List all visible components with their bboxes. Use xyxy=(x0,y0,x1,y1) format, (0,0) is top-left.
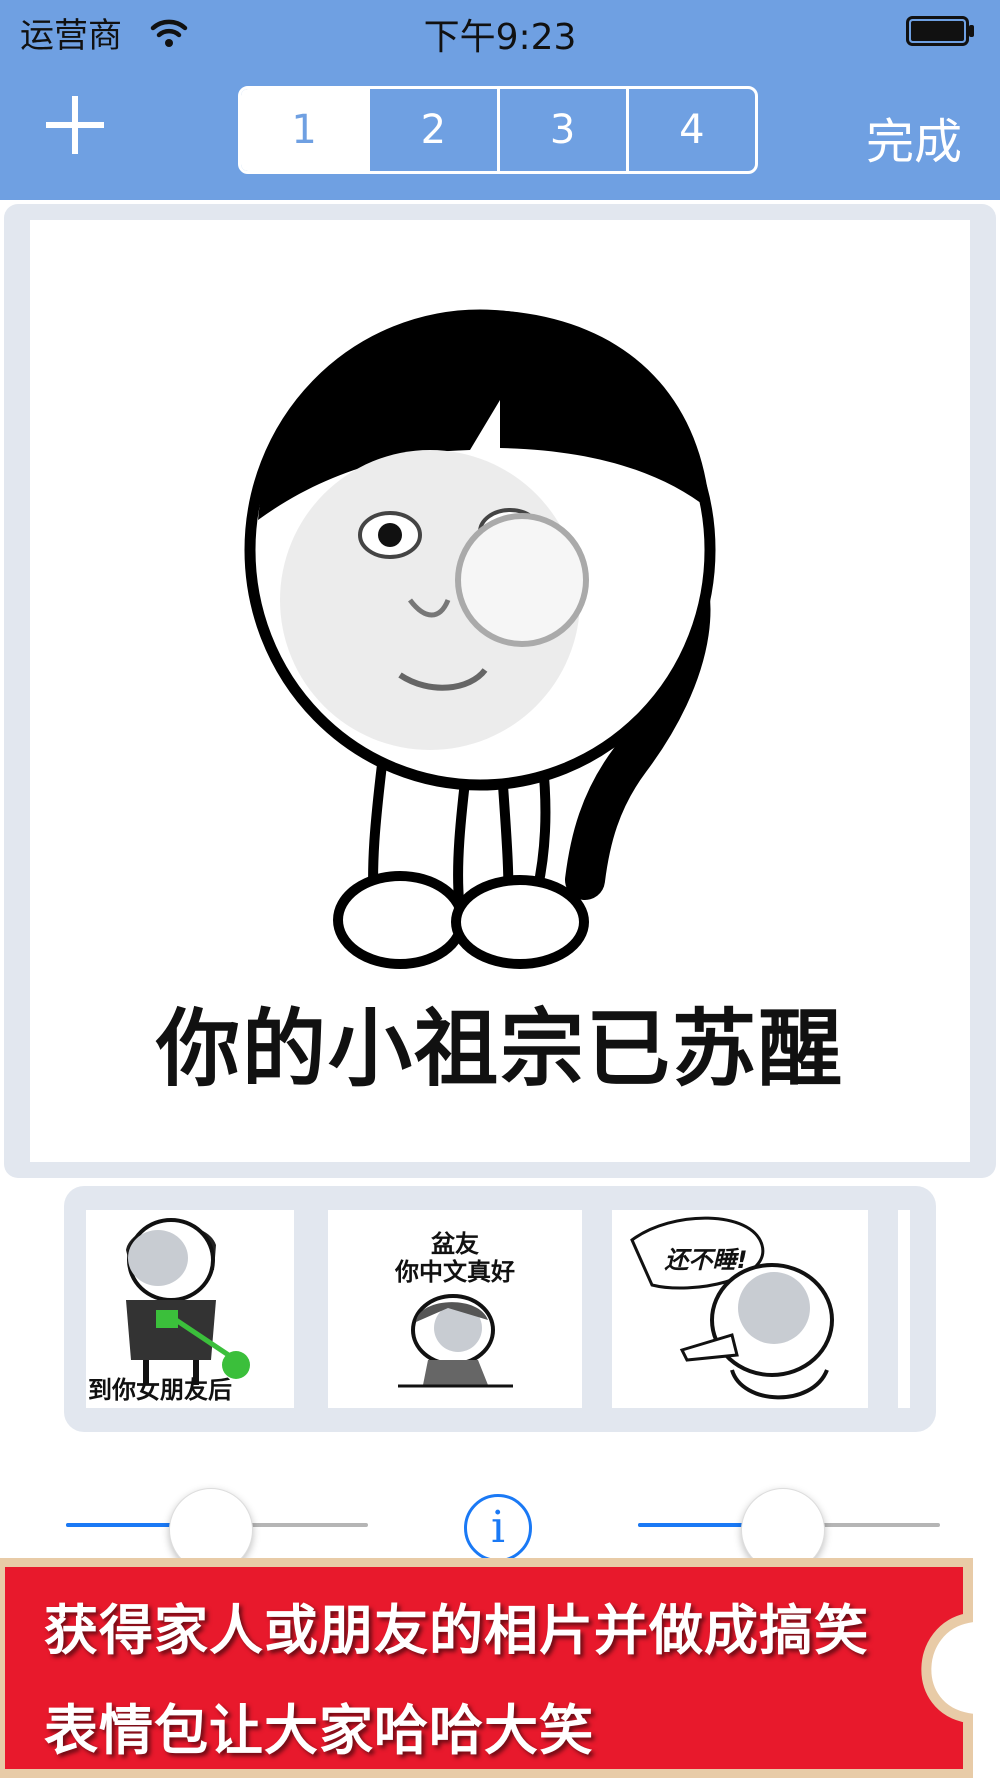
segment-1[interactable]: 1 xyxy=(241,89,368,171)
thumbnail-strip[interactable]: 到你女朋友后 盆友 你中文真好 还不睡! xyxy=(64,1186,936,1432)
slider-right[interactable] xyxy=(638,1488,940,1572)
battery-icon xyxy=(906,16,974,46)
meme-caption: 你的小祖宗已苏醒 xyxy=(155,1000,844,1098)
segment-2[interactable]: 2 xyxy=(367,89,496,171)
meme-character-illustration xyxy=(244,309,716,969)
segment-3[interactable]: 3 xyxy=(496,89,626,171)
thumbnail-1[interactable]: 到你女朋友后 xyxy=(86,1210,294,1408)
promo-banner: 获得家人或朋友的相片并做成搞笑 表情包让大家哈哈大笑 xyxy=(0,1558,1000,1778)
thumbnail-4[interactable] xyxy=(898,1210,910,1408)
meme-preview-image[interactable]: 你的小祖宗已苏醒 xyxy=(30,220,970,1162)
status-time: 下午9:23 xyxy=(423,17,577,58)
main-preview-panel: 你的小祖宗已苏醒 xyxy=(4,204,996,1178)
thumbnail-1-caption: 到你女朋友后 xyxy=(88,1376,232,1404)
slider-left[interactable] xyxy=(66,1488,368,1572)
thumbnail-3-caption: 还不睡! xyxy=(664,1246,748,1274)
add-button[interactable] xyxy=(42,92,108,158)
segmented-control: 1 2 3 4 xyxy=(238,86,758,174)
done-button[interactable]: 完成 xyxy=(866,102,962,172)
banner-line-2: 表情包让大家哈哈大笑 xyxy=(44,1699,594,1762)
meme-thumbnail-illustration xyxy=(398,1294,513,1388)
info-icon[interactable]: i xyxy=(464,1494,532,1562)
segment-4[interactable]: 4 xyxy=(625,89,755,171)
meme-thumbnail-illustration xyxy=(630,1216,834,1400)
navigation-bar: 1 2 3 4 完成 xyxy=(0,64,1000,200)
thumbnail-2[interactable]: 盆友 你中文真好 xyxy=(328,1210,582,1408)
thumbnail-3[interactable]: 还不睡! xyxy=(612,1210,868,1408)
banner-line-1: 获得家人或朋友的相片并做成搞笑 xyxy=(44,1599,869,1662)
status-bar: 运营商 下午9:23 xyxy=(0,0,1000,64)
